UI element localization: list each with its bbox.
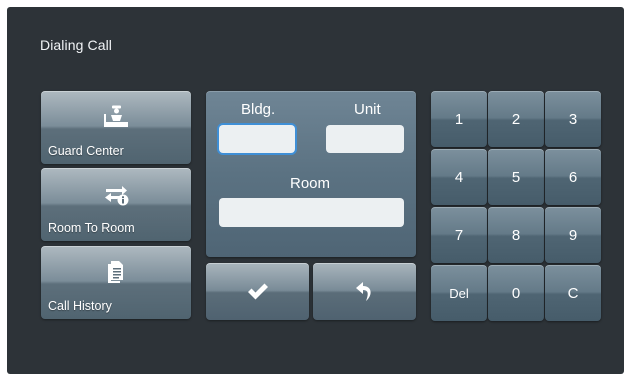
keypad-key-1[interactable]: 1 [431, 91, 487, 147]
keypad-key-9[interactable]: 9 [545, 207, 601, 263]
keypad-key-7[interactable]: 7 [431, 207, 487, 263]
room-to-room-label: Room To Room [48, 221, 135, 235]
guard-center-button[interactable]: Guard Center [41, 91, 191, 164]
keypad-key-c[interactable]: C [545, 265, 601, 321]
keypad-key-5[interactable]: 5 [488, 149, 544, 205]
keypad-key-del[interactable]: Del [431, 265, 487, 321]
call-history-label: Call History [48, 299, 112, 313]
room-input[interactable] [219, 198, 404, 227]
bldg-label: Bldg. [241, 101, 276, 118]
room-to-room-button[interactable]: Room To Room [41, 168, 191, 241]
dialing-call-screen: Dialing Call Guard Center Room To Room C… [7, 7, 624, 374]
keypad-key-0[interactable]: 0 [488, 265, 544, 321]
transfer-icon [105, 186, 129, 206]
keypad-key-4[interactable]: 4 [431, 149, 487, 205]
keypad-key-6[interactable]: 6 [545, 149, 601, 205]
back-arrow-icon [355, 281, 371, 301]
room-label: Room [290, 175, 331, 192]
bldg-input[interactable] [219, 125, 295, 153]
unit-input[interactable] [326, 125, 404, 153]
keypad-key-2[interactable]: 2 [488, 91, 544, 147]
keypad-key-3[interactable]: 3 [545, 91, 601, 147]
guard-center-label: Guard Center [48, 144, 124, 158]
confirm-button[interactable] [206, 263, 309, 320]
page-title: Dialing Call [40, 37, 113, 53]
guard-icon [104, 105, 128, 127]
back-button[interactable] [313, 263, 416, 320]
call-history-button[interactable]: Call History [41, 246, 191, 319]
checkmark-icon [247, 283, 268, 299]
unit-label: Unit [354, 101, 381, 118]
document-icon [108, 261, 123, 283]
address-input-panel: Bldg. Unit Room [206, 91, 416, 257]
keypad-key-8[interactable]: 8 [488, 207, 544, 263]
